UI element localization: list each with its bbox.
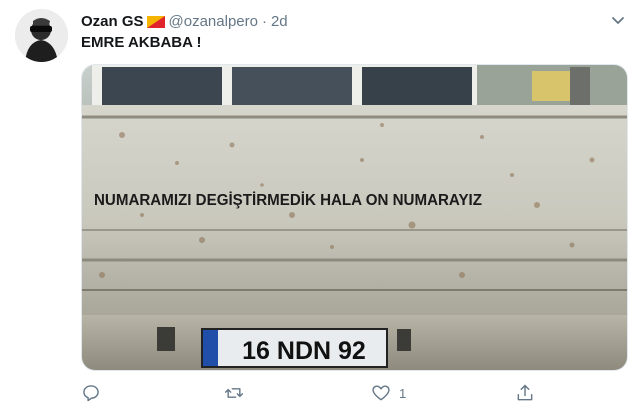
chevron-down-icon[interactable] bbox=[608, 10, 628, 30]
retweet-button[interactable] bbox=[224, 381, 252, 405]
reply-button[interactable] bbox=[81, 381, 109, 405]
plate-text: 16 NDN 92 bbox=[242, 337, 366, 365]
truck-slogan: NUMARAMIZI DEGİŞTİRMEDİK HALA ON NUMARAY… bbox=[94, 191, 482, 209]
tweet-media-photo[interactable]: 16 NDN 92 NUMARAMIZI DEGİŞTİRMEDİK HALA … bbox=[81, 64, 628, 371]
timestamp[interactable]: 2d bbox=[271, 13, 288, 30]
license-plate: 16 NDN 92 bbox=[201, 328, 388, 368]
retweet-icon bbox=[224, 388, 244, 398]
share-button[interactable] bbox=[515, 381, 535, 405]
share-icon bbox=[517, 384, 533, 401]
tweet-actions: 1 bbox=[81, 381, 626, 405]
tweet[interactable]: Ozan GS @ozanalpero · 2d EMRE AKBABA ! 1… bbox=[0, 0, 640, 415]
separator-dot: · bbox=[261, 12, 267, 30]
author-handle[interactable]: @ozanalpero bbox=[169, 13, 258, 30]
reply-icon bbox=[83, 385, 99, 402]
flag-icon bbox=[146, 15, 165, 28]
like-count: 1 bbox=[399, 385, 407, 401]
tweet-header: Ozan GS @ozanalpero · 2d bbox=[81, 11, 288, 31]
like-icon bbox=[372, 385, 390, 401]
like-button[interactable]: 1 bbox=[371, 381, 406, 405]
avatar[interactable] bbox=[15, 9, 68, 62]
author-name[interactable]: Ozan GS bbox=[81, 13, 144, 30]
tweet-text: EMRE AKBABA ! bbox=[81, 34, 202, 51]
